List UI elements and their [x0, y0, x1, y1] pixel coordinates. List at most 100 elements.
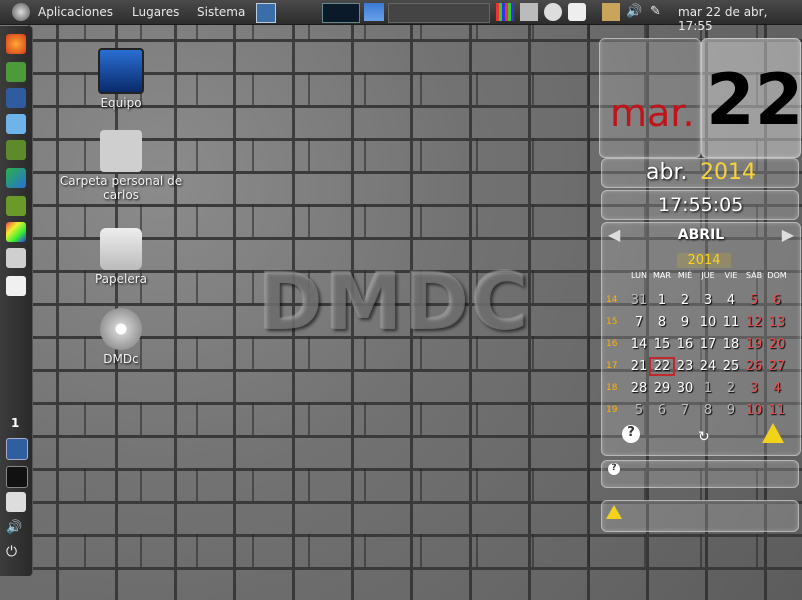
owl-icon[interactable] — [6, 140, 26, 160]
calendar-day[interactable]: 25 — [720, 359, 742, 374]
firefox-icon[interactable] — [6, 34, 26, 54]
day-panel: 22 — [701, 38, 802, 158]
calendar-day[interactable]: 4 — [720, 293, 742, 308]
calendar-day[interactable]: 23 — [674, 359, 696, 374]
menu-sistema[interactable]: Sistema — [197, 5, 245, 19]
calendar-day[interactable]: 6 — [766, 293, 788, 308]
day-of-week-label: VIE — [724, 271, 738, 280]
gimp-icon[interactable] — [6, 62, 26, 82]
workspace-number[interactable]: 1 — [11, 416, 19, 430]
calendar-day[interactable]: 3 — [743, 381, 765, 396]
menu-aplicaciones[interactable]: Aplicaciones — [38, 5, 113, 19]
refresh-icon[interactable]: ↻ — [698, 429, 710, 445]
day-of-week-label: LUN — [631, 271, 647, 280]
calendar-day[interactable]: 3 — [697, 293, 719, 308]
week-number: 15 — [606, 317, 618, 327]
color-picker-icon[interactable] — [496, 3, 514, 21]
menu-lugares[interactable]: Lugares — [132, 5, 179, 19]
network-icon[interactable]: ✎ — [650, 4, 668, 22]
help-small-icon[interactable]: ? — [608, 463, 620, 475]
disc-icon[interactable] — [544, 3, 562, 21]
calendar-day[interactable]: 1 — [651, 293, 673, 308]
calendar-day[interactable]: 21 — [628, 359, 650, 374]
power-icon[interactable]: ⏻ — [6, 544, 26, 564]
calendar-day[interactable]: 14 — [628, 337, 650, 352]
disk-mounter-icon[interactable] — [520, 3, 538, 21]
calendar-day[interactable]: 10 — [743, 403, 765, 418]
weekday-panel: mar. — [599, 38, 701, 158]
calendar-day[interactable]: 5 — [743, 293, 765, 308]
day-of-week-label: SÁB — [745, 271, 763, 280]
calendar-day[interactable]: 31 — [628, 293, 650, 308]
calendar-day[interactable]: 13 — [766, 315, 788, 330]
calendar-day[interactable]: 7 — [674, 403, 696, 418]
calendar-day[interactable]: 26 — [743, 359, 765, 374]
volume-icon[interactable]: 🔊 — [626, 4, 644, 22]
calendar-day[interactable]: 20 — [766, 337, 788, 352]
calendar-day[interactable]: 27 — [766, 359, 788, 374]
inkscape-icon[interactable] — [6, 88, 26, 108]
calendar-day[interactable]: 29 — [651, 381, 673, 396]
calendar-day[interactable]: 24 — [697, 359, 719, 374]
desktop-icon-home-folder[interactable]: Carpeta personal de carlos — [56, 130, 186, 202]
calendar-day[interactable]: 12 — [743, 315, 765, 330]
calendar-day[interactable]: 19 — [743, 337, 765, 352]
calendar-day[interactable]: 18 — [720, 337, 742, 352]
window-list-icon[interactable] — [364, 3, 384, 21]
dropbox-icon[interactable] — [6, 114, 26, 134]
calendar-day[interactable]: 11 — [720, 315, 742, 330]
calendar-day[interactable]: 8 — [697, 403, 719, 418]
calendar-day[interactable]: 30 — [674, 381, 696, 396]
calendar-day[interactable]: 22 — [649, 357, 675, 376]
help-icon[interactable]: ? — [622, 425, 640, 443]
calendar-day[interactable]: 7 — [628, 315, 650, 330]
calendar-day[interactable]: 2 — [720, 381, 742, 396]
week-number: 19 — [606, 405, 618, 415]
maps-icon[interactable] — [6, 168, 26, 188]
calendar-day[interactable]: 11 — [766, 403, 788, 418]
calendar-day[interactable]: 6 — [651, 403, 673, 418]
ubuntu-logo-icon[interactable] — [12, 3, 30, 21]
calendar-day[interactable]: 9 — [720, 403, 742, 418]
desktop-icon-equipo[interactable]: Equipo — [56, 48, 186, 110]
calendar-day[interactable]: 4 — [766, 381, 788, 396]
desktop-icon-label: DMDc — [103, 352, 139, 366]
calendar-day[interactable]: 15 — [651, 337, 673, 352]
desktop-icon-dmdc[interactable]: DMDc — [56, 308, 186, 366]
calendar-month: ABRIL — [677, 227, 725, 243]
calendar-day[interactable]: 1 — [697, 381, 719, 396]
home-icon[interactable] — [6, 492, 26, 512]
calendar-day[interactable]: 9 — [674, 315, 696, 330]
top-panel: Aplicaciones Lugares Sistema 🔊 ✎ mar 22 … — [0, 0, 802, 33]
info-panel-2 — [601, 500, 799, 532]
left-dock: 1 🔊 ⏻ — [0, 26, 33, 576]
time-panel: 17:55:05 — [601, 190, 799, 220]
desktop-icon-papelera[interactable]: Papelera — [56, 228, 186, 286]
terminal-icon[interactable] — [6, 466, 28, 488]
calendar-day[interactable]: 28 — [628, 381, 650, 396]
workspace-switcher-icon[interactable] — [388, 3, 490, 23]
panel-clock[interactable]: mar 22 de abr, 17:55 — [678, 5, 802, 33]
workspace-icon[interactable] — [6, 438, 28, 460]
volume-dock-icon[interactable]: 🔊 — [6, 520, 26, 540]
clipboard-icon[interactable] — [602, 3, 620, 21]
warning-small-icon[interactable] — [606, 505, 622, 519]
day-of-week-label: JUE — [701, 271, 715, 280]
calendar-day[interactable]: 10 — [697, 315, 719, 330]
system-monitor-icon[interactable] — [322, 3, 360, 23]
screenshot-icon[interactable] — [256, 3, 276, 23]
clock-applet-icon[interactable] — [568, 3, 586, 21]
download-icon[interactable] — [6, 196, 26, 216]
calendar-day[interactable]: 8 — [651, 315, 673, 330]
text-editor-icon[interactable] — [6, 276, 26, 296]
calendar-day[interactable]: 5 — [628, 403, 650, 418]
paint-icon[interactable] — [6, 222, 26, 242]
calendar-day[interactable]: 16 — [674, 337, 696, 352]
calendar-day[interactable]: 2 — [674, 293, 696, 308]
calendar-day[interactable]: 17 — [697, 337, 719, 352]
search-icon[interactable] — [6, 248, 26, 268]
desktop-icon-label: Equipo — [100, 96, 142, 110]
warning-icon[interactable] — [762, 423, 784, 443]
desktop-icon-label: Papelera — [94, 272, 148, 286]
day-of-week-label: MIÉ — [677, 271, 693, 280]
